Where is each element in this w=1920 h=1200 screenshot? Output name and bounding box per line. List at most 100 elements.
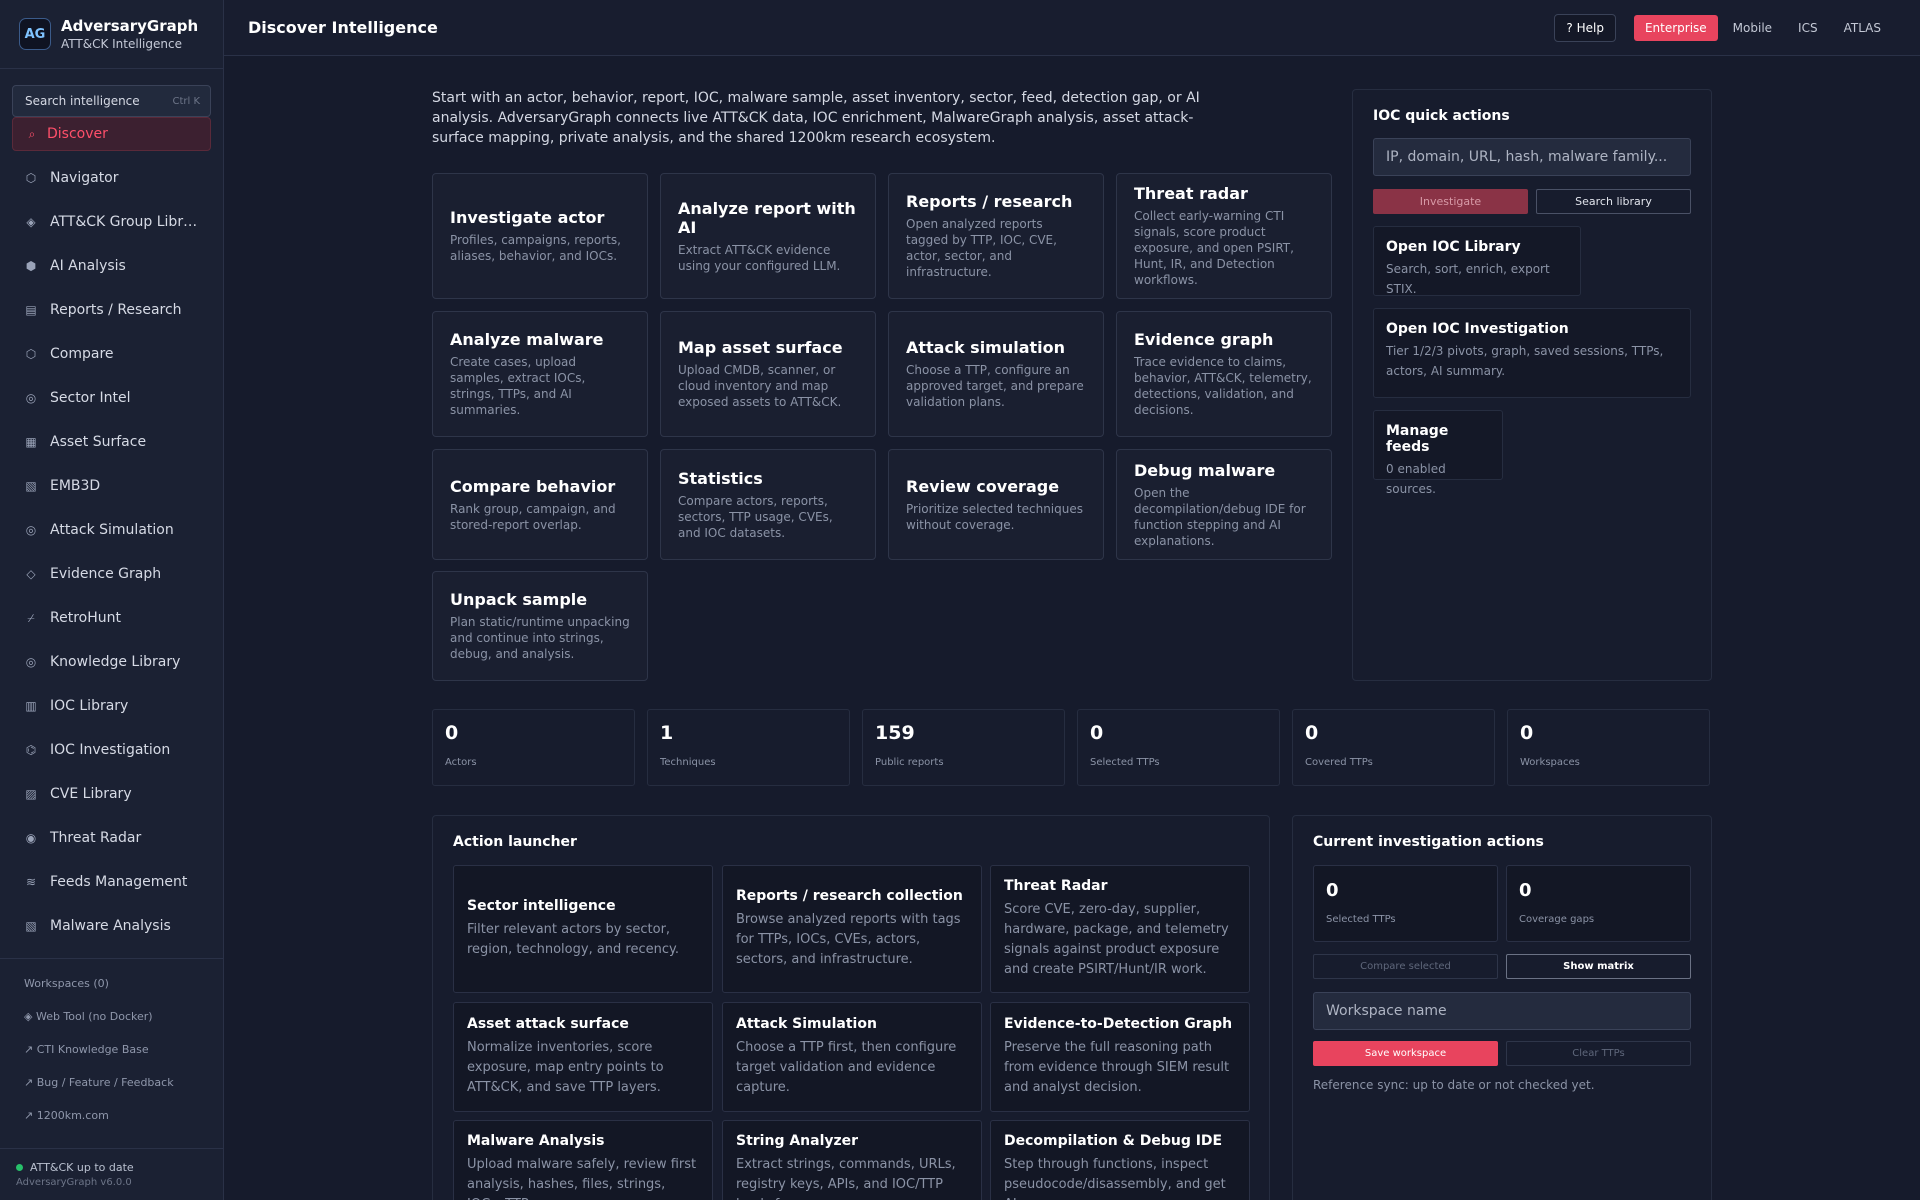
stat-card: 0 Actors	[432, 709, 635, 786]
sidebar-item-compare[interactable]: ⬡ Compare	[0, 332, 223, 376]
tab-mobile[interactable]: Mobile	[1722, 15, 1783, 41]
launcher-card-asset-attack-surface[interactable]: Asset attack surface Normalize inventorie…	[453, 1002, 713, 1112]
sidebar-item-sector-intel[interactable]: ◎ Sector Intel	[0, 376, 223, 420]
clear-ttps-button[interactable]: Clear TTPs	[1506, 1041, 1691, 1066]
radar-icon: ◉	[25, 831, 37, 845]
search-library-button[interactable]: Search library	[1536, 189, 1691, 214]
hexagon-filled-icon: ⬢	[25, 259, 37, 273]
sidebar-link[interactable]: ↗ 1200km.com	[0, 1099, 223, 1132]
sidebar-item-emb3d[interactable]: ▧ EMB3D	[0, 464, 223, 508]
sidebar-item-ai-analysis[interactable]: ⬢ AI Analysis	[0, 244, 223, 288]
stat-card: 0 Covered TTPs	[1292, 709, 1495, 786]
sidebar-item-navigator[interactable]: ⬡ Navigator	[0, 156, 223, 200]
ioc-input[interactable]: IP, domain, URL, hash, malware family...	[1373, 138, 1691, 176]
launcher-card-string-analyzer[interactable]: String Analyzer Extract strings, commands…	[722, 1120, 982, 1200]
sidebar-item-label: Sector Intel	[50, 390, 131, 406]
card-title: Evidence graph	[1134, 330, 1274, 349]
sidebar-item-label: Knowledge Library	[50, 654, 181, 670]
reference-sync-status: Reference sync: up to date or not checke…	[1313, 1078, 1595, 1092]
discover-card-debug-malware[interactable]: Debug malware Open the decompilation/debu…	[1116, 449, 1332, 560]
platform-tabs: Enterprise Mobile ICS ATLAS	[1633, 14, 1896, 41]
grid-icon: ▦	[25, 435, 37, 449]
target-icon: ◎	[25, 523, 37, 537]
discover-card-reports-research[interactable]: Reports / research Open analyzed reports …	[888, 173, 1104, 299]
launcher-card-decompilation-debug-ide[interactable]: Decompilation & Debug IDE Step through fu…	[990, 1120, 1250, 1200]
sidebar-item-label: ATT&CK Group Libr…	[50, 214, 198, 230]
workspace-name-input[interactable]: Workspace name	[1313, 992, 1691, 1030]
brand-subtitle: ATT&CK Intelligence	[61, 37, 182, 51]
card-description: Open the decompilation/debug IDE for fun…	[1134, 485, 1306, 548]
discover-card-compare-behavior[interactable]: Compare behavior Rank group, campaign, an…	[432, 449, 648, 560]
open-ioc-investigation-link[interactable]: Open IOC Investigation Tier 1/2/3 pivots…	[1373, 308, 1691, 398]
sidebar-item-label: EMB3D	[50, 478, 101, 494]
discover-card-map-asset-surface[interactable]: Map asset surface Upload CMDB, scanner, o…	[660, 311, 876, 437]
feed-icon: ≋	[25, 875, 37, 889]
discover-card-evidence-graph[interactable]: Evidence graph Trace evidence to claims, …	[1116, 311, 1332, 437]
sidebar-item-ioc-library[interactable]: ▥ IOC Library	[0, 684, 223, 728]
sidebar-item-att-ck-group-libr[interactable]: ◈ ATT&CK Group Libr…	[0, 200, 223, 244]
launcher-card-title: Malware Analysis	[467, 1133, 605, 1149]
app-logo-icon: AG	[19, 18, 51, 50]
sidebar-item-threat-radar[interactable]: ◉ Threat Radar	[0, 816, 223, 860]
sidebar-item-malware-analysis[interactable]: ▧ Malware Analysis	[0, 904, 223, 948]
launcher-card-attack-simulation[interactable]: Attack Simulation Choose a TTP first, the…	[722, 1002, 982, 1112]
tab-ics[interactable]: ICS	[1787, 15, 1829, 41]
sidebar-item-ioc-investigation[interactable]: ⌬ IOC Investigation	[0, 728, 223, 772]
launcher-card-evidence-to-detection-graph[interactable]: Evidence-to-Detection Graph Preserve the …	[990, 1002, 1250, 1112]
discover-card-attack-simulation[interactable]: Attack simulation Choose a TTP, configure…	[888, 311, 1104, 437]
discover-card-investigate-actor[interactable]: Investigate actor Profiles, campaigns, re…	[432, 173, 648, 299]
sidebar-item-attack-simulation[interactable]: ◎ Attack Simulation	[0, 508, 223, 552]
card-title: Review coverage	[906, 476, 1060, 496]
intro-text: Start with an actor, behavior, report, I…	[432, 90, 1200, 146]
tab-enterprise[interactable]: Enterprise	[1633, 14, 1718, 41]
diamond-outline-icon: ◇	[26, 567, 36, 581]
card-description: Rank group, campaign, and stored-report …	[450, 501, 616, 532]
hexagon-icon: ⌬	[25, 743, 37, 757]
launcher-card-sector-intelligence[interactable]: Sector intelligence Filter relevant actor…	[453, 865, 713, 993]
discover-card-analyze-malware[interactable]: Analyze malware Create cases, upload samp…	[432, 311, 648, 437]
search-input[interactable]: Search intelligence Ctrl K	[12, 85, 211, 117]
compare-selected-button[interactable]: Compare selected	[1313, 954, 1498, 979]
sidebar-item-discover[interactable]: ⌕ Discover	[12, 117, 211, 151]
show-matrix-button[interactable]: Show matrix	[1506, 954, 1691, 979]
page-title: Discover Intelligence	[248, 18, 438, 37]
investigate-button[interactable]: Investigate	[1373, 189, 1528, 214]
brand[interactable]: AG AdversaryGraph ATT&CK Intelligence	[0, 0, 223, 69]
discover-card-analyze-report-with-ai[interactable]: Analyze report with AI Extract ATT&CK evi…	[660, 173, 876, 299]
launcher-card-malware-analysis[interactable]: Malware Analysis Upload malware safely, r…	[453, 1120, 713, 1200]
manage-feeds-link[interactable]: Manage feeds 0 enabled sources.	[1373, 410, 1503, 496]
card-description: Choose a TTP, configure an approved targ…	[906, 363, 1084, 409]
sidebar-item-retrohunt[interactable]: ⌿ RetroHunt	[0, 596, 223, 640]
sidebar-item-feeds-management[interactable]: ≋ Feeds Management	[0, 860, 223, 904]
discover-card-statistics[interactable]: Statistics Compare actors, reports, secto…	[660, 449, 876, 560]
sidebar-link[interactable]: ↗ Bug / Feature / Feedback	[0, 1066, 223, 1099]
sidebar-item-label: Compare	[50, 346, 114, 362]
sidebar-item-evidence-graph[interactable]: ◇ Evidence Graph	[0, 552, 223, 596]
stat-card: 159 Public reports	[862, 709, 1065, 786]
link-title: Open IOC Investigation	[1386, 321, 1569, 337]
sidebar-item-label: Threat Radar	[50, 830, 142, 846]
stat-value: 0	[1305, 722, 1319, 744]
sidebar-item-knowledge-library[interactable]: ◎ Knowledge Library	[0, 640, 223, 684]
launcher-card-title: Evidence-to-Detection Graph	[1004, 1016, 1233, 1032]
card-description: Profiles, campaigns, reports, aliases, b…	[450, 233, 621, 263]
discover-card-review-coverage[interactable]: Review coverage Prioritize selected techn…	[888, 449, 1104, 560]
open-ioc-library-link[interactable]: Open IOC Library Search, sort, enrich, e…	[1373, 226, 1581, 296]
stat-value: 0	[1520, 722, 1534, 744]
sidebar-item-reports-research[interactable]: ▤ Reports / Research	[0, 288, 223, 332]
discover-card-threat-radar[interactable]: Threat radar Collect early-warning CTI si…	[1116, 173, 1332, 299]
sidebar-link[interactable]: ◈ Web Tool (no Docker)	[0, 1000, 223, 1033]
stat-label: Actors	[445, 757, 477, 768]
sidebar-link[interactable]: Workspaces (0)	[0, 967, 223, 1000]
launcher-card-threat-radar[interactable]: Threat Radar Score CVE, zero-day, supplie…	[990, 865, 1250, 993]
launcher-card-title: Sector intelligence	[467, 898, 616, 914]
sidebar-item-cve-library[interactable]: ▨ CVE Library	[0, 772, 223, 816]
launcher-card-reports-research-collection[interactable]: Reports / research collection Browse anal…	[722, 865, 982, 993]
sidebar-link[interactable]: ↗ CTI Knowledge Base	[0, 1033, 223, 1066]
launcher-card-description: Choose a TTP first, then configure targe…	[736, 1040, 957, 1095]
save-workspace-button[interactable]: Save workspace	[1313, 1041, 1498, 1066]
discover-card-unpack-sample[interactable]: Unpack sample Plan static/runtime unpacki…	[432, 571, 648, 681]
help-button[interactable]: ? Help	[1554, 13, 1616, 42]
sidebar-item-asset-surface[interactable]: ▦ Asset Surface	[0, 420, 223, 464]
tab-atlas[interactable]: ATLAS	[1833, 15, 1892, 41]
